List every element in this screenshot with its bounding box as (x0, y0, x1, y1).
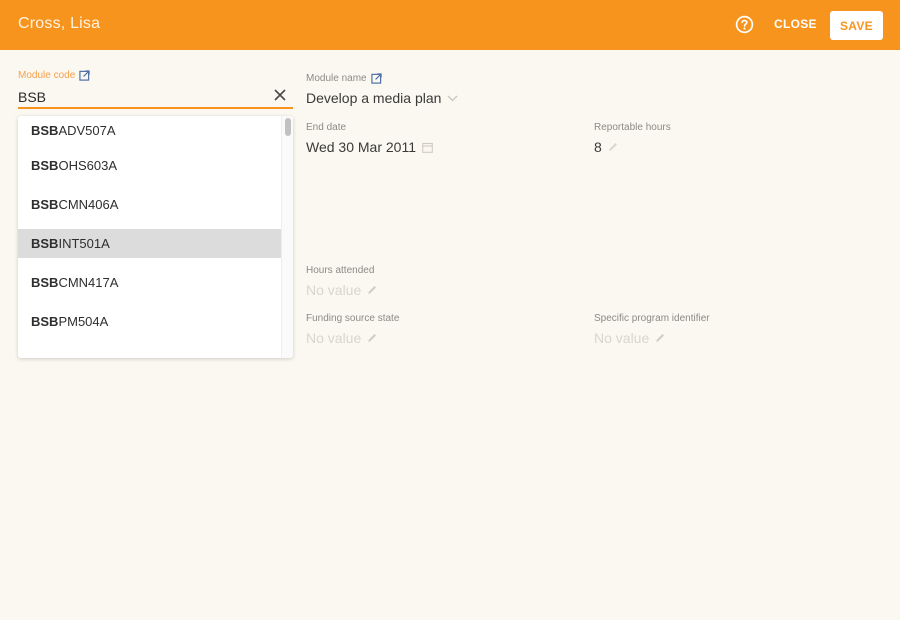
dropdown-option[interactable]: BSB PM504A (18, 302, 281, 341)
external-link-icon[interactable] (370, 73, 382, 84)
close-button[interactable]: CLOSE (774, 17, 817, 31)
hours-attended-value: No value (306, 282, 362, 298)
module-name-label: Module name (306, 73, 367, 84)
reportable-hours-input[interactable]: 8 (594, 139, 671, 155)
dropdown-option[interactable]: BSB OHS603A (18, 146, 281, 185)
calendar-icon[interactable] (422, 142, 433, 153)
specific-program-identifier-input[interactable]: No value (594, 330, 710, 346)
help-button[interactable] (735, 15, 754, 34)
dropdown-option[interactable]: BSB CMN417A (18, 263, 281, 302)
funding-source-state-value: No value (306, 330, 362, 346)
reportable-hours-label: Reportable hours (594, 122, 671, 133)
specific-program-identifier-value: No value (594, 330, 650, 346)
dropdown-option[interactable]: BSB ADV507A (18, 116, 281, 146)
module-code-field: Module code (18, 70, 90, 81)
pencil-icon[interactable] (367, 285, 377, 295)
pencil-icon[interactable] (608, 142, 618, 152)
funding-source-state-field: Funding source state No value (306, 313, 399, 346)
dropdown-option[interactable]: BSB CMN406A (18, 185, 281, 224)
specific-program-identifier-field: Specific program identifier No value (594, 313, 710, 346)
help-circle-icon (735, 15, 754, 34)
module-code-dropdown: BSB ADV507A BSB OHS603A BSB CMN406A BSB INT5… (18, 116, 293, 358)
chevron-down-icon (447, 95, 458, 101)
app-header: Cross, Lisa CLOSE SAVE (0, 0, 900, 50)
external-link-icon[interactable] (79, 70, 90, 81)
module-code-input[interactable] (18, 88, 258, 105)
hours-attended-label: Hours attended (306, 265, 375, 276)
reportable-hours-field: Reportable hours 8 (594, 122, 671, 155)
scrollbar-thumb[interactable] (285, 118, 291, 136)
end-date-value: Wed 30 Mar 2011 (306, 139, 416, 155)
save-button[interactable]: SAVE (830, 11, 883, 40)
dropdown-list: BSB ADV507A BSB OHS603A BSB CMN406A BSB INT5… (18, 116, 281, 341)
hours-attended-input[interactable]: No value (306, 282, 377, 298)
close-icon (274, 89, 286, 101)
pencil-icon[interactable] (367, 333, 377, 343)
funding-source-state-input[interactable]: No value (306, 330, 399, 346)
dropdown-scrollbar[interactable] (281, 116, 293, 358)
module-code-input-wrapper (18, 86, 293, 109)
reportable-hours-value: 8 (594, 139, 602, 155)
specific-program-identifier-label: Specific program identifier (594, 313, 710, 324)
clear-button[interactable] (273, 88, 287, 102)
module-name-select[interactable]: Develop a media plan (306, 90, 458, 106)
end-date-label: End date (306, 122, 347, 133)
dropdown-option-highlighted[interactable]: BSB INT501A (18, 229, 281, 258)
page-title: Cross, Lisa (18, 15, 101, 32)
module-name-field: Module name Develop a media plan (306, 73, 458, 106)
module-code-label: Module code (18, 70, 76, 81)
pencil-icon[interactable] (655, 333, 665, 343)
funding-source-state-label: Funding source state (306, 313, 400, 324)
hours-attended-field: Hours attended No value (306, 265, 377, 298)
end-date-input[interactable]: Wed 30 Mar 2011 (306, 139, 433, 155)
end-date-field: End date Wed 30 Mar 2011 (306, 122, 433, 155)
module-name-value: Develop a media plan (306, 90, 442, 106)
